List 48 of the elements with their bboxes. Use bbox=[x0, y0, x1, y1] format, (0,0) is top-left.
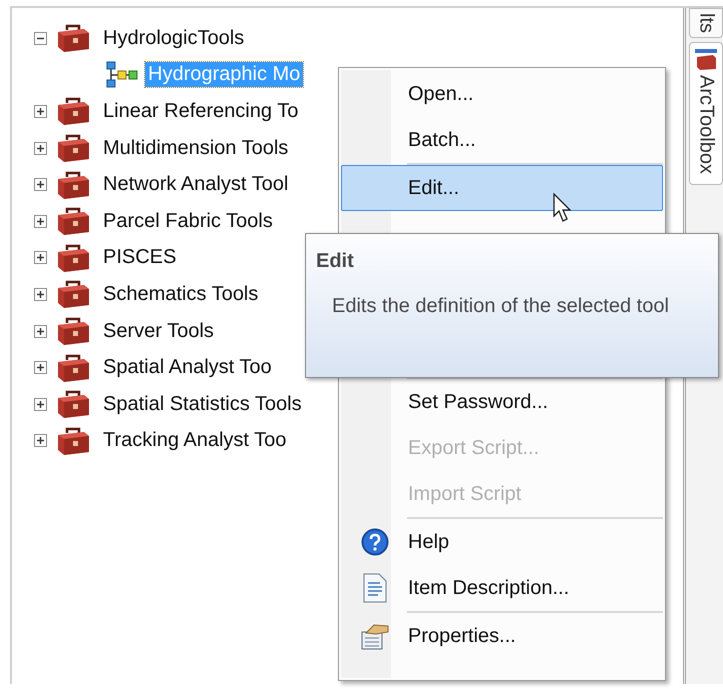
toolbox-icon bbox=[56, 279, 90, 310]
toolbox-icon bbox=[695, 49, 717, 71]
toolbox-icon bbox=[56, 133, 90, 164]
model-icon bbox=[105, 60, 139, 90]
toolbox-icon bbox=[56, 352, 90, 383]
menu-item[interactable]: Set Password... bbox=[341, 379, 663, 425]
expand-icon[interactable] bbox=[34, 361, 47, 374]
toolbox-label[interactable]: Parcel Fabric Tools bbox=[100, 208, 276, 234]
expand-icon[interactable] bbox=[34, 104, 47, 118]
menu-item[interactable]: Batch... bbox=[341, 117, 663, 163]
toolbox-icon bbox=[56, 426, 90, 456]
toolbox-label[interactable]: Spatial Statistics Tools bbox=[100, 392, 305, 417]
toolbox-label[interactable]: Schematics Tools bbox=[100, 282, 262, 307]
toolbox-icon bbox=[56, 96, 90, 126]
menu-item[interactable]: Help bbox=[341, 519, 663, 565]
expand-icon[interactable] bbox=[34, 214, 47, 228]
toolbox-icon bbox=[56, 389, 90, 420]
menu-item[interactable]: Item Description... bbox=[341, 565, 663, 611]
document-icon bbox=[363, 573, 387, 603]
toolbox-label[interactable]: Server Tools bbox=[100, 318, 217, 344]
tooltip-title: Edit bbox=[316, 250, 355, 273]
expand-icon[interactable] bbox=[34, 178, 47, 192]
toolbox-label[interactable]: PISCES bbox=[100, 245, 180, 270]
toolbox-label[interactable]: Spatial Analyst Too bbox=[100, 355, 275, 380]
expand-icon[interactable] bbox=[34, 142, 47, 155]
toolbox-label[interactable]: Network Analyst Tool bbox=[100, 172, 292, 198]
toolbox-label[interactable]: Linear Referencing To bbox=[100, 98, 302, 124]
toolbox-label[interactable]: HydrologicTools bbox=[100, 26, 248, 51]
toolbox-icon bbox=[56, 242, 90, 273]
expand-icon[interactable] bbox=[34, 251, 47, 264]
side-tab[interactable]: lts bbox=[689, 8, 723, 38]
menu-item[interactable]: Open... bbox=[341, 71, 663, 117]
tooltip-text: Edits the definition of the selected tool bbox=[331, 294, 670, 319]
pointer-icon bbox=[553, 193, 573, 223]
expand-icon[interactable] bbox=[34, 288, 47, 301]
side-tab[interactable]: ArcToolbox bbox=[689, 42, 723, 185]
toolbox-icon bbox=[56, 206, 90, 236]
toolbox-icon bbox=[56, 23, 90, 54]
expand-icon[interactable] bbox=[34, 398, 47, 411]
toolbox-label[interactable]: Multidimension Tools bbox=[100, 136, 292, 161]
menu-item[interactable]: Edit... bbox=[341, 165, 663, 211]
collapse-icon[interactable] bbox=[34, 32, 47, 45]
expand-icon[interactable] bbox=[34, 434, 47, 448]
expand-icon[interactable] bbox=[34, 324, 47, 338]
toolbox-icon bbox=[56, 316, 90, 346]
menu-item[interactable]: Properties... bbox=[341, 613, 663, 659]
toolbox-icon bbox=[56, 170, 90, 200]
toolbox-label[interactable]: Tracking Analyst Too bbox=[100, 428, 290, 454]
